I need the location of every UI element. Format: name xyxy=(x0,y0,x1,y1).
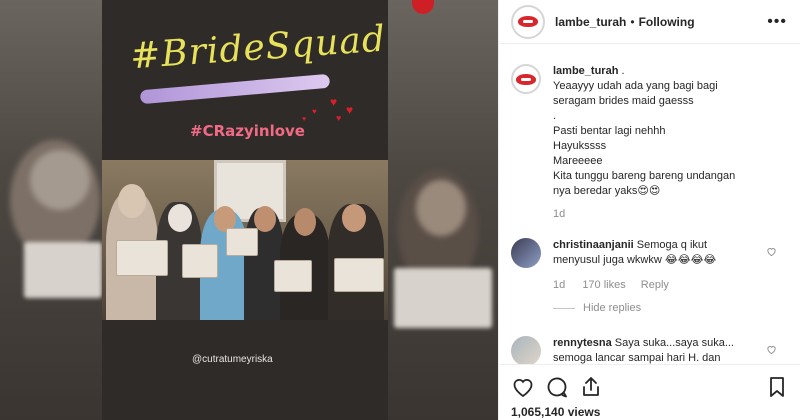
hide-replies-line xyxy=(553,307,575,309)
story-frame: #BrideSquad ♥ ♥ ♥ ♥ ♥ #CRazyinlove @cutr… xyxy=(102,0,388,420)
comment-username[interactable]: christinaanjanii xyxy=(553,239,634,251)
caption-line: Pasti bentar lagi nehhh xyxy=(553,125,666,137)
caption-line: Kita tunggu bareng bareng undangan xyxy=(553,170,736,182)
blurred-background-left xyxy=(0,0,102,420)
group-photo xyxy=(102,160,388,320)
story-title: #BrideSquad xyxy=(128,18,388,78)
comments-list[interactable]: lambe_turah . Yeaayyy udah ada yang bagi… xyxy=(499,52,800,364)
hide-replies-button[interactable]: Hide replies xyxy=(553,301,753,316)
view-count: 1,065,140 views xyxy=(511,405,601,419)
caption-line: Hayukssss xyxy=(553,140,607,152)
comment-icon[interactable] xyxy=(545,375,569,399)
caption-username[interactable]: lambe_turah xyxy=(553,65,618,77)
post-details-panel: lambe_turah • Following ••• lambe_turah … xyxy=(498,0,800,420)
comment-username[interactable]: rennytesna xyxy=(553,337,612,349)
caption-line: seragam brides maid gaesss xyxy=(553,95,694,107)
comment-item: rennytesna Saya suka...saya suka... semo… xyxy=(511,336,791,364)
story-mention: @cutratumeyriska xyxy=(192,354,273,365)
header-username[interactable]: lambe_turah xyxy=(555,15,626,29)
caption-line: Yeaayyy udah ada yang bagi bagi xyxy=(553,80,718,92)
caption-line: nya beredar yaks😍😍 xyxy=(553,185,661,197)
following-button[interactable]: Following xyxy=(639,15,695,29)
caption-line: Mareeeee xyxy=(553,155,603,167)
commenter-avatar[interactable] xyxy=(511,238,541,268)
header-separator: • xyxy=(630,14,635,29)
share-icon[interactable] xyxy=(579,375,603,399)
story-hashtag: #CRazyinlove xyxy=(190,122,305,140)
bookmark-icon[interactable] xyxy=(765,375,789,399)
comment-like-heart-icon[interactable] xyxy=(766,344,777,355)
heart-icon[interactable] xyxy=(511,375,535,399)
caption-line: . xyxy=(621,65,625,77)
more-options-icon[interactable]: ••• xyxy=(767,13,787,31)
post-media[interactable]: #BrideSquad ♥ ♥ ♥ ♥ ♥ #CRazyinlove @cutr… xyxy=(0,0,498,420)
blurred-background-right xyxy=(388,0,498,420)
lips-logo-icon xyxy=(516,73,536,85)
comment-like-heart-icon[interactable] xyxy=(766,246,777,257)
comment-likes[interactable]: 170 likes xyxy=(582,279,625,291)
action-bar: 1,065,140 views xyxy=(499,364,800,420)
caption-avatar[interactable] xyxy=(511,64,541,94)
caption-time: 1d xyxy=(553,208,566,220)
reply-button[interactable]: Reply xyxy=(641,279,669,291)
caption-line: . xyxy=(553,110,557,122)
post-header: lambe_turah • Following ••• xyxy=(499,0,800,44)
lips-logo-icon xyxy=(518,16,538,27)
hide-replies-label: Hide replies xyxy=(583,302,642,314)
comment-time: 1d xyxy=(553,279,566,291)
caption: lambe_turah . Yeaayyy udah ada yang bagi… xyxy=(511,64,791,244)
profile-avatar[interactable] xyxy=(511,4,545,39)
commenter-avatar[interactable] xyxy=(511,336,541,364)
comment-item: christinaanjanii Semoga q ikut menyusul … xyxy=(511,238,791,328)
